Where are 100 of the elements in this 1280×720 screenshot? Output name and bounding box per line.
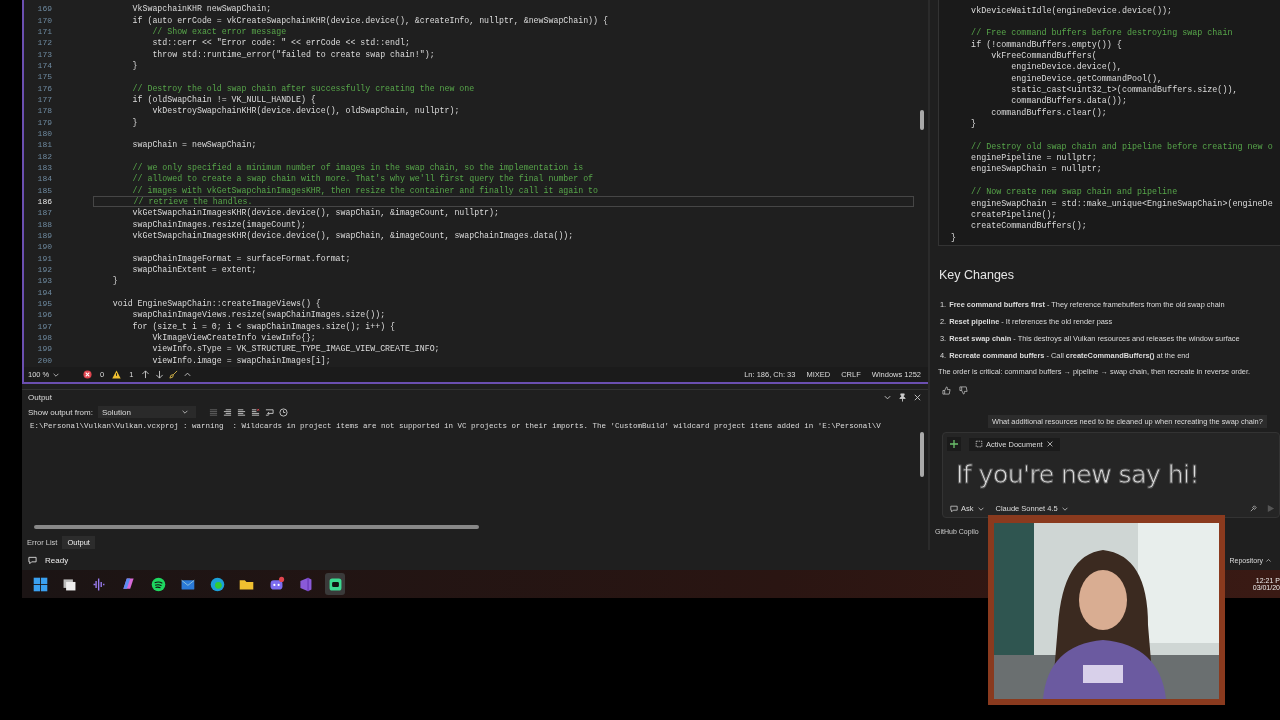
- selection-icon: [975, 440, 983, 448]
- thumbs-up-icon[interactable]: [942, 386, 951, 395]
- line-number: 188: [36, 219, 52, 229]
- line-number: 178: [36, 106, 52, 116]
- line-number: 198: [36, 333, 52, 343]
- overlay-text: If you're new say hi!: [956, 460, 1199, 489]
- code-line: // Show exact error message: [151, 26, 287, 36]
- error-icon: [83, 370, 92, 380]
- lines-icon[interactable]: [222, 407, 232, 417]
- scrollbar[interactable]: [920, 432, 924, 478]
- arrow-down-icon[interactable]: [155, 370, 165, 380]
- code-line: swapChainImageFormat = surfaceFormat.format;: [131, 253, 351, 263]
- code-line: }: [951, 232, 957, 243]
- code-line: vkDeviceWaitIdle(engineDevice.device());: [970, 5, 1173, 16]
- tools-icon[interactable]: [1249, 504, 1258, 513]
- taskbar-app-icon[interactable]: [325, 573, 345, 595]
- panel-title: Output: [28, 392, 52, 402]
- line-number: 196: [36, 310, 52, 320]
- chevron-down-icon: [180, 408, 189, 417]
- line-number: 194: [36, 287, 52, 297]
- code-line: // we only specified a minimum number of images in the swap chain, so the implementation is: [131, 163, 584, 172]
- code-line: // Free command buffers before destroying swap chain: [970, 28, 1233, 39]
- code-line: createCommandBuffers();: [970, 221, 1087, 232]
- code-line: viewInfo.image = swapChainImages[i];: [151, 355, 331, 365]
- line-number: 176: [36, 83, 52, 93]
- code-line: if (!commandBuffers.empty()) {: [970, 39, 1122, 50]
- line-number: 183: [36, 163, 52, 172]
- line-number: 191: [36, 253, 52, 263]
- line-number: 192: [36, 265, 52, 275]
- code-line: viewInfo.sType = VK_STRUCTURE_TYPE_IMAGE_VIEW_CREATE_INFO;: [151, 344, 440, 354]
- code-line: commandBuffers.data());: [1010, 96, 1127, 107]
- code-line: }: [131, 117, 138, 127]
- line-number: 170: [36, 15, 52, 25]
- line-number: 180: [36, 128, 52, 138]
- code-line: for (size_t i = 0; i < swapChainImages.size(); i++) {: [131, 321, 395, 331]
- code-line: swapChainImages.resize(imageCount);: [131, 219, 306, 229]
- thumbs-down-icon[interactable]: [959, 386, 968, 395]
- code-line: // Destroy old swap chain and pipeline before creating new o: [970, 141, 1273, 152]
- pin-icon[interactable]: [898, 392, 907, 402]
- arrow-up-icon[interactable]: [141, 370, 151, 380]
- code-line: static_cast<uint32_t>(commandBuffers.size()),: [1010, 85, 1238, 96]
- line-number: 193: [36, 276, 52, 286]
- line-number: 171: [36, 26, 52, 36]
- code-line: std::cerr << "Error code: " << errCode << std::endl;: [151, 38, 410, 48]
- line-number: 200: [36, 355, 52, 365]
- clock-icon[interactable]: [278, 407, 288, 417]
- line-number: 172: [36, 38, 52, 48]
- line-number: 195: [36, 299, 52, 309]
- code-line: // images with vkGetSwapchainImagesKHR, then resize the container and finally call it again to: [131, 185, 598, 195]
- code-line: vkDestroySwapchainKHR(device.device(), oldSwapChain, nullptr);: [151, 106, 460, 116]
- chat-icon: [950, 504, 958, 513]
- warning-icon: [112, 370, 122, 380]
- close-icon[interactable]: [913, 392, 922, 402]
- caret-up-icon: [1265, 556, 1272, 564]
- status-text: Ready: [45, 555, 69, 565]
- code-line: swapChainExtent = extent;: [131, 265, 257, 275]
- line-number: 179: [36, 117, 52, 127]
- field-label: Show output from:: [28, 407, 93, 417]
- close-icon[interactable]: [1045, 440, 1054, 448]
- code-line: engineDevice.device(),: [1010, 62, 1122, 73]
- source-dropdown[interactable]: Solution: [97, 406, 196, 419]
- broom-icon[interactable]: [169, 370, 179, 380]
- scrollbar[interactable]: [34, 525, 479, 530]
- line-number: 174: [36, 60, 52, 70]
- code-line: if (oldSwapChain != VK_NULL_HANDLE) {: [131, 94, 316, 104]
- code-line: vkFreeCommandBuffers(: [990, 51, 1097, 62]
- code-line: swapChain = newSwapChain;: [131, 140, 257, 150]
- line-number: 175: [36, 72, 52, 82]
- line-number: 199: [36, 344, 52, 354]
- line-number: 182: [36, 151, 52, 161]
- scrollbar[interactable]: [920, 110, 924, 130]
- code-line: commandBuffers.clear();: [990, 107, 1107, 118]
- line-number: 181: [36, 140, 52, 150]
- line-number: 185: [36, 185, 52, 195]
- code-line: swapChainImageViews.resize(swapChainImages.size());: [131, 310, 386, 320]
- code-line: }: [970, 119, 977, 130]
- code-line: engineSwapChain = std::make_unique<EngineSwapChain>(engineDe: [970, 198, 1273, 209]
- code-line: VkSwapchainKHR newSwapChain;: [131, 4, 272, 14]
- line-number: 190: [36, 242, 52, 252]
- clear-icon[interactable]: [250, 407, 260, 417]
- code-line: vkGetSwapchainImagesKHR(device.device(), swapChain, &imageCount, swapChainImages.data());: [131, 231, 574, 241]
- wrap-icon[interactable]: [264, 407, 274, 417]
- line-number: 177: [36, 94, 52, 104]
- code-line: // Destroy the old swap chain after successfully creating the new one: [131, 83, 475, 93]
- add-icon[interactable]: [947, 437, 961, 451]
- code-line: vkGetSwapchainImagesKHR(device.device(), swapChain, &imageCount, nullptr);: [131, 208, 499, 218]
- code-line: createPipeline();: [970, 209, 1057, 220]
- code-line: enginePipeline = nullptr;: [970, 153, 1097, 164]
- code-line: throw std::runtime_error("failed to create swap chain!");: [151, 49, 435, 59]
- code-line: // allowed to create a swap chain with more. That's why we'll first query the final number of: [131, 174, 594, 184]
- line-number: 173: [36, 49, 52, 59]
- lines-icon[interactable]: [236, 407, 246, 417]
- message-icon[interactable]: [28, 555, 37, 565]
- line-number: 189: [36, 231, 52, 241]
- line-number: 197: [36, 321, 52, 331]
- line-number: 187: [36, 208, 52, 218]
- line-number: 186: [36, 197, 52, 206]
- code-line: engineDevice.getCommandPool(),: [1010, 73, 1163, 84]
- line-number: 169: [36, 4, 52, 14]
- code-line: // Now create new swap chain and pipeline: [970, 187, 1178, 198]
